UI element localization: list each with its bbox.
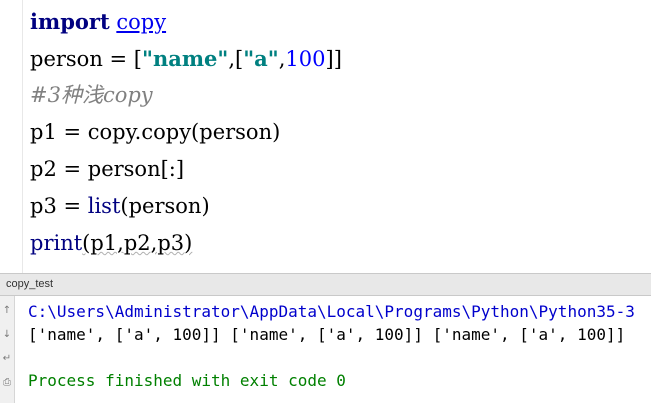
code-text: (person) xyxy=(120,194,210,218)
code-text: p2 = person[:] xyxy=(30,157,185,181)
arrow-up-icon[interactable]: ↑ xyxy=(1,304,13,318)
code-line-4[interactable]: p1 = copy.copy(person) xyxy=(30,114,280,151)
code-line-6[interactable]: p3 = list(person) xyxy=(30,188,210,225)
console-exit-message: Process finished with exit code 0 xyxy=(28,371,346,390)
string-literal: "name" xyxy=(142,46,229,71)
run-panel-header: copy_test xyxy=(0,273,651,296)
code-line-2[interactable]: person = ["name",["a",100]] xyxy=(30,40,342,77)
keyword-import: import xyxy=(30,9,110,34)
run-console[interactable]: ↑ ↓ ↵ ⎙ C:\Users\Administrator\AppData\L… xyxy=(0,296,651,403)
code-text: p3 = xyxy=(30,194,88,218)
code-text: (p1,p2,p3) xyxy=(82,231,193,255)
code-text: ]] xyxy=(325,47,342,71)
code-line-7[interactable]: print(p1,p2,p3) xyxy=(30,225,192,262)
builtin-list: list xyxy=(87,194,121,218)
string-literal: "a" xyxy=(243,46,279,71)
wrap-icon[interactable]: ↵ xyxy=(1,352,13,366)
code-text: person = [ xyxy=(30,47,142,71)
comment: #3种浅copy xyxy=(30,83,153,107)
code-line-3[interactable]: #3种浅copy xyxy=(30,77,153,114)
print-icon[interactable]: ⎙ xyxy=(1,376,13,390)
module-copy[interactable]: copy xyxy=(116,10,166,34)
console-toolbar: ↑ ↓ ↵ ⎙ xyxy=(0,296,15,403)
builtin-print: print xyxy=(30,231,83,255)
code-line-5[interactable]: p2 = person[:] xyxy=(30,151,184,188)
code-editor[interactable]: import copy person = ["name",["a",100]] … xyxy=(0,0,651,273)
arrow-down-icon[interactable]: ↓ xyxy=(1,328,13,342)
console-interpreter-path[interactable]: C:\Users\Administrator\AppData\Local\Pro… xyxy=(28,300,651,323)
editor-gutter xyxy=(0,0,23,273)
run-tab-copy-test[interactable]: copy_test xyxy=(6,278,53,290)
code-text: ,[ xyxy=(228,47,244,71)
code-text: p1 = copy.copy(person) xyxy=(30,120,281,144)
code-line-1[interactable]: import copy xyxy=(30,3,166,40)
number-literal: 100 xyxy=(285,47,326,71)
console-output: ['name', ['a', 100]] ['name', ['a', 100]… xyxy=(28,325,626,344)
